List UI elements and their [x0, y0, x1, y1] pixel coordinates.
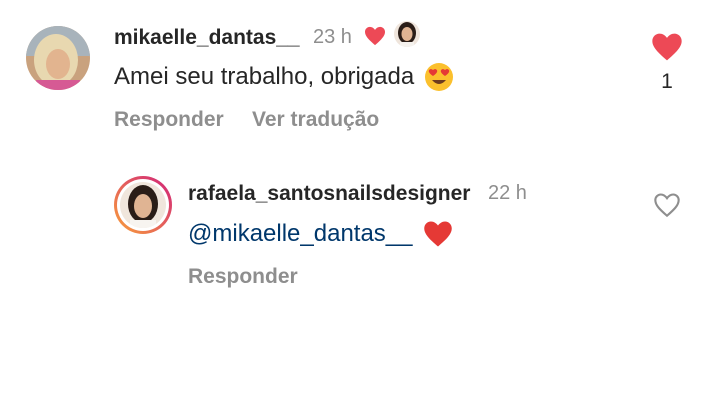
reply-to-reply-button[interactable]: Responder: [188, 265, 298, 289]
replier-avatar[interactable]: [114, 176, 172, 234]
replier-username[interactable]: rafaela_santosnailsdesigner: [188, 182, 470, 206]
comment-timestamp: 23 h: [313, 26, 352, 48]
reply-mention-link[interactable]: @mikaelle_dantas__: [188, 220, 413, 248]
red-heart-emoji-icon: [423, 220, 453, 248]
replier-avatar-image: [120, 182, 166, 228]
commenter-avatar[interactable]: [26, 26, 90, 90]
author-liked-avatar: [394, 21, 420, 47]
like-heart-outline-icon[interactable]: [653, 192, 681, 218]
like-heart-filled-icon[interactable]: [651, 32, 683, 62]
reply-button[interactable]: Responder: [114, 108, 224, 132]
like-count: 1: [661, 70, 673, 93]
commenter-avatar-image: [26, 26, 90, 90]
comment-text: Amei seu trabalho, obrigada: [114, 63, 415, 90]
reply-timestamp: 22 h: [488, 182, 527, 204]
commenter-username[interactable]: mikaelle_dantas__: [114, 26, 300, 50]
heart-eyes-emoji-icon: [424, 62, 454, 92]
see-translation-button[interactable]: Ver tradução: [252, 108, 379, 132]
red-heart-icon: [364, 26, 386, 46]
